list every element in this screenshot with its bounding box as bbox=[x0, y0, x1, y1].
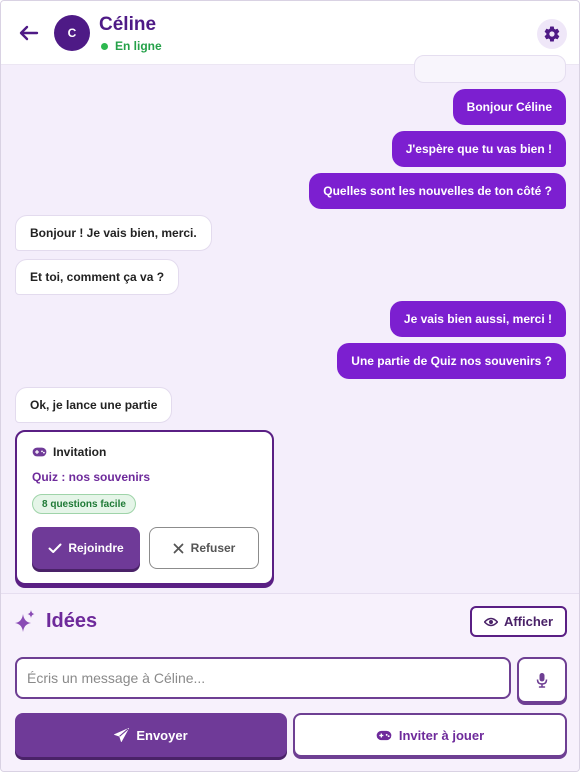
gear-icon bbox=[544, 26, 560, 42]
send-button[interactable]: Envoyer bbox=[15, 713, 287, 757]
composer-panel: Idées Afficher Envoyer bbox=[1, 593, 579, 771]
gamepad-icon bbox=[32, 447, 47, 457]
ideas-label: Idées bbox=[46, 609, 98, 632]
close-icon bbox=[173, 543, 184, 553]
quiz-difficulty-badge: 8 questions facile bbox=[32, 494, 136, 514]
message-outgoing: J'espère que tu vas bien ! bbox=[391, 131, 566, 167]
eye-icon bbox=[483, 617, 498, 626]
chat-window: C Céline En ligne Bonjour Céline J'espèr… bbox=[0, 0, 580, 772]
previous-message-peek bbox=[414, 55, 566, 83]
microphone-button[interactable] bbox=[517, 657, 567, 703]
invite-label: Inviter à jouer bbox=[398, 727, 485, 743]
check-icon bbox=[48, 543, 62, 553]
status-label: En ligne bbox=[115, 39, 162, 53]
avatar[interactable]: C bbox=[54, 15, 90, 51]
invitation-header: Invitation bbox=[32, 445, 106, 459]
settings-button[interactable] bbox=[537, 19, 567, 49]
refuse-label: Refuser bbox=[190, 541, 236, 555]
message-outgoing: Une partie de Quiz nos souvenirs ? bbox=[337, 343, 566, 379]
refuse-button[interactable]: Refuser bbox=[149, 527, 259, 569]
microphone-icon bbox=[536, 673, 548, 688]
message-incoming: Ok, je lance une partie bbox=[15, 387, 173, 423]
contact-name: Céline bbox=[99, 14, 157, 35]
show-ideas-label: Afficher bbox=[503, 614, 554, 629]
back-button[interactable] bbox=[15, 19, 43, 47]
message-incoming: Bonjour ! Je vais bien, merci. bbox=[15, 215, 212, 251]
send-label: Envoyer bbox=[136, 727, 188, 743]
gamepad-icon bbox=[376, 730, 392, 740]
join-button[interactable]: Rejoindre bbox=[32, 527, 140, 569]
message-incoming: Et toi, comment ça va ? bbox=[15, 259, 180, 295]
message-outgoing: Je vais bien aussi, merci ! bbox=[389, 301, 566, 337]
arrow-left-icon bbox=[19, 25, 39, 41]
sparkles-icon bbox=[15, 610, 35, 632]
online-dot-icon bbox=[101, 42, 108, 50]
paper-plane-icon bbox=[114, 727, 130, 742]
quiz-title: Quiz : nos souvenirs bbox=[32, 470, 151, 484]
game-invitation-card: Invitation Quiz : nos souvenirs 8 questi… bbox=[15, 430, 274, 585]
online-status: En ligne bbox=[101, 39, 162, 53]
ideas-section: Idées bbox=[14, 609, 97, 633]
invitation-heading: Invitation bbox=[53, 445, 107, 459]
join-label: Rejoindre bbox=[68, 541, 124, 555]
message-outgoing: Quelles sont les nouvelles de ton côté ? bbox=[309, 173, 566, 209]
message-list[interactable]: Bonjour Céline J'espère que tu vas bien … bbox=[1, 55, 579, 593]
invite-to-play-button[interactable]: Inviter à jouer bbox=[293, 713, 567, 757]
message-outgoing: Bonjour Céline bbox=[452, 89, 566, 125]
show-ideas-button[interactable]: Afficher bbox=[470, 606, 567, 637]
message-input[interactable] bbox=[15, 657, 511, 699]
